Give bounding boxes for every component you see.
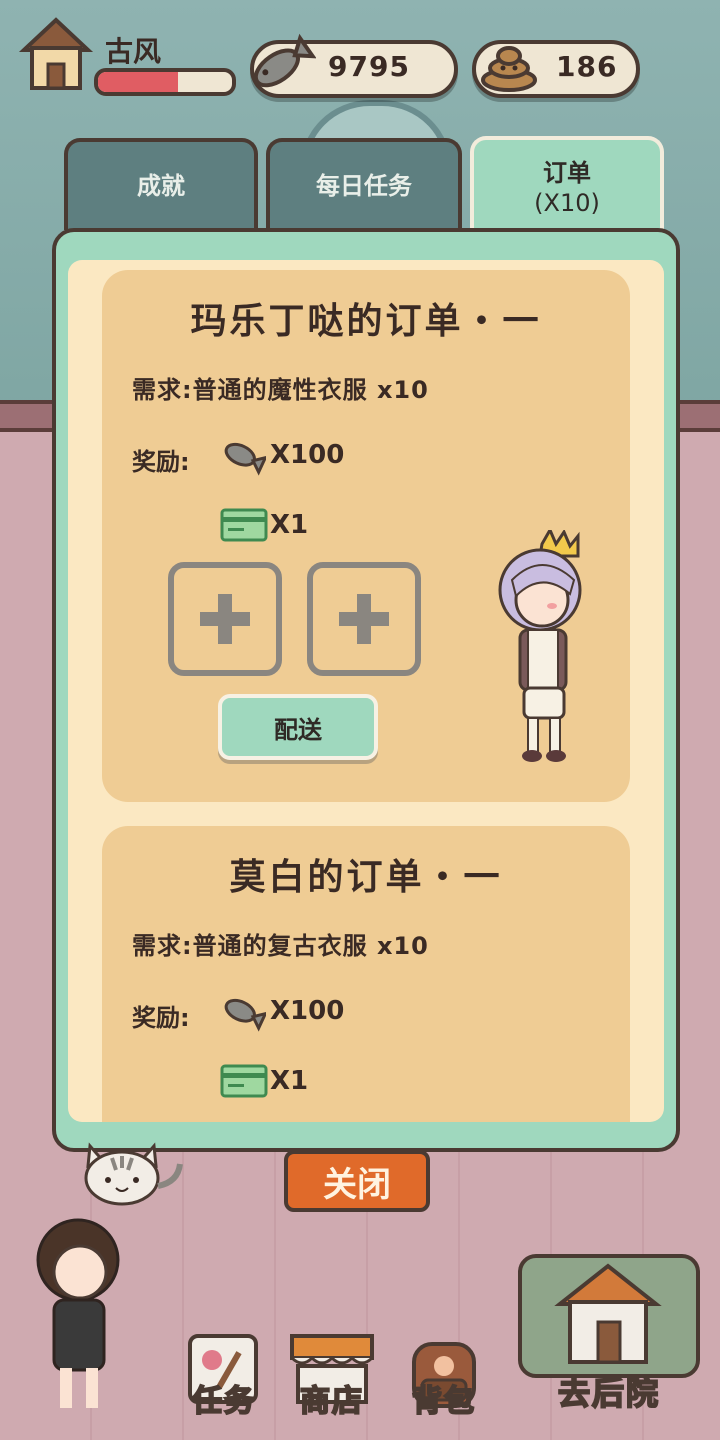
tab-achievements[interactable]: 成就 (64, 138, 258, 230)
backyard-house-icon (518, 1254, 700, 1378)
nav-shop-label: 商店 (299, 1383, 364, 1420)
order-title: 玛乐丁哒的订单・一 (190, 301, 542, 342)
card-icon (220, 508, 268, 542)
reward-label: 奖励: (132, 1004, 190, 1032)
tab-daily-tasks-label: 每日任务 (316, 172, 412, 200)
nav-shop-button[interactable]: 商店 (284, 1330, 380, 1426)
nav-tasks-button[interactable]: 任务 (176, 1330, 272, 1426)
order-requirement: 需求:普通的魔性衣服 x10 (132, 376, 429, 404)
reward-label: 奖励: (132, 448, 190, 476)
character-icon (490, 526, 600, 784)
nav-tasks-label: 任务 (191, 1383, 256, 1420)
player-name: 古风 (105, 35, 162, 68)
shopkeeper-character[interactable] (20, 1200, 140, 1420)
fish-reward-qty: X100 (270, 996, 345, 1026)
nav-backyard-label: 去后院 (557, 1373, 660, 1413)
order-requirement: 需求:普通的复古衣服 x10 (132, 932, 429, 960)
fish-count: 9795 (328, 50, 410, 83)
card-reward-qty: X1 (270, 1066, 309, 1096)
tab-orders-label: 订单 (543, 159, 591, 187)
nav-backyard-button[interactable]: 去后院 (516, 1250, 702, 1420)
poop-count: 186 (556, 50, 618, 83)
fish-reward-qty: X100 (270, 440, 345, 470)
order-card: 玛乐丁哒的订单・一 需求:普通的魔性衣服 x10 奖励: X100 X1 配送 (102, 270, 630, 802)
nav-bag-button[interactable]: 背包 (396, 1330, 492, 1426)
tab-orders[interactable]: 订单 (X10) (470, 136, 664, 236)
nav-bag-label: 背包 (411, 1383, 476, 1420)
hp-bar (94, 68, 236, 96)
deliver-button-label: 配送 (274, 715, 322, 744)
item-slot-plus[interactable] (307, 562, 421, 676)
order-card: 莫白的订单・一 需求:普通的复古衣服 x10 奖励: X100 X1 (102, 826, 630, 1122)
close-button-label: 关闭 (323, 1164, 391, 1205)
deliver-button[interactable]: 配送 (218, 694, 378, 760)
tab-achievements-label: 成就 (137, 172, 185, 200)
cat-icon (82, 1136, 186, 1210)
item-slot-plus[interactable] (168, 562, 282, 676)
close-button[interactable]: 关闭 (284, 1150, 430, 1212)
fish-icon (220, 992, 269, 1032)
fish-icon (246, 30, 317, 100)
tab-daily-tasks[interactable]: 每日任务 (266, 138, 462, 230)
card-reward-qty: X1 (270, 510, 309, 540)
orders-list[interactable]: 玛乐丁哒的订单・一 需求:普通的魔性衣服 x10 奖励: X100 X1 配送 (68, 260, 664, 1122)
fish-icon (220, 436, 269, 476)
home-house-icon[interactable] (18, 14, 94, 94)
hp-bar-fill (98, 72, 179, 92)
card-icon (220, 1064, 268, 1098)
order-title: 莫白的订单・一 (229, 857, 503, 898)
poop-icon (476, 30, 542, 96)
tab-orders-count: (X10) (534, 189, 600, 217)
